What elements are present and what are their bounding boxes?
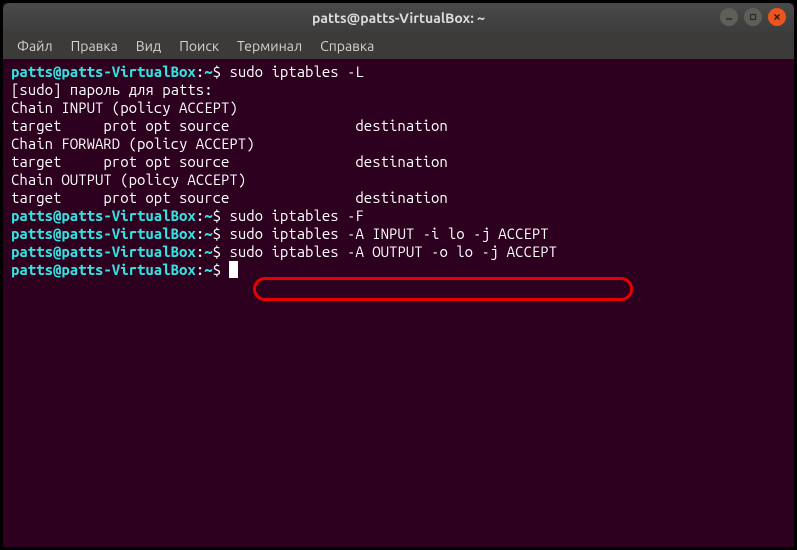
menu-edit[interactable]: Правка: [63, 36, 126, 56]
prompt-sep: :: [196, 63, 204, 80]
close-button[interactable]: [768, 8, 786, 26]
window-controls: [720, 8, 786, 26]
terminal-cmd-text: sudo iptables -L: [229, 63, 363, 80]
prompt-path: ~: [204, 63, 212, 80]
close-icon: [773, 13, 781, 21]
terminal-window: patts@patts-VirtualBox: ~ Файл Правка Ви…: [0, 0, 797, 550]
prompt-userhost: patts@patts-VirtualBox: [11, 243, 196, 260]
minimize-icon: [725, 13, 733, 21]
terminal-line: patts@patts-VirtualBox:~$: [11, 261, 786, 279]
prompt-path: ~: [204, 207, 212, 224]
terminal-line: patts@patts-VirtualBox:~$ sudo iptables …: [11, 63, 786, 81]
terminal-line: patts@patts-VirtualBox:~$ sudo iptables …: [11, 243, 786, 261]
menu-terminal[interactable]: Терминал: [229, 36, 310, 56]
terminal-line: Chain OUTPUT (policy ACCEPT): [11, 171, 786, 189]
window-titlebar[interactable]: patts@patts-VirtualBox: ~: [3, 3, 794, 33]
terminal-line: patts@patts-VirtualBox:~$ sudo iptables …: [11, 225, 786, 243]
prompt-path: ~: [204, 225, 212, 242]
prompt-sep: :: [196, 243, 204, 260]
cursor: [229, 261, 238, 278]
prompt-userhost: patts@patts-VirtualBox: [11, 261, 196, 278]
menu-search[interactable]: Поиск: [171, 36, 227, 56]
prompt-sym: $: [213, 207, 221, 224]
prompt-userhost: patts@patts-VirtualBox: [11, 63, 196, 80]
prompt-sym: $: [213, 63, 221, 80]
terminal-line: target prot opt source destination: [11, 189, 786, 207]
terminal-line: Chain FORWARD (policy ACCEPT): [11, 135, 786, 153]
terminal-line: patts@patts-VirtualBox:~$ sudo iptables …: [11, 207, 786, 225]
maximize-button[interactable]: [744, 8, 762, 26]
menubar: Файл Правка Вид Поиск Терминал Справка: [3, 33, 794, 59]
prompt-userhost: patts@patts-VirtualBox: [11, 225, 196, 242]
terminal-line: target prot opt source destination: [11, 153, 786, 171]
highlight-annotation: [253, 277, 633, 301]
menu-view[interactable]: Вид: [128, 36, 169, 56]
prompt-sym: $: [213, 225, 221, 242]
terminal-line: Chain INPUT (policy ACCEPT): [11, 99, 786, 117]
prompt-sep: :: [196, 261, 204, 278]
terminal-cmd-text: sudo iptables -A OUTPUT -o lo -j ACCEPT: [229, 243, 557, 260]
terminal-body[interactable]: patts@patts-VirtualBox:~$ sudo iptables …: [3, 59, 794, 287]
menu-help[interactable]: Справка: [312, 36, 382, 56]
maximize-icon: [749, 13, 757, 21]
menu-file[interactable]: Файл: [9, 36, 61, 56]
terminal-cmd-text: sudo iptables -A INPUT -i lo -j ACCEPT: [229, 225, 548, 242]
terminal-line: target prot opt source destination: [11, 117, 786, 135]
terminal-line: [sudo] пароль для patts:: [11, 81, 786, 99]
prompt-path: ~: [204, 243, 212, 260]
prompt-userhost: patts@patts-VirtualBox: [11, 207, 196, 224]
prompt-sep: :: [196, 225, 204, 242]
prompt-sep: :: [196, 207, 204, 224]
minimize-button[interactable]: [720, 8, 738, 26]
prompt-sym: $: [213, 243, 221, 260]
window-title: patts@patts-VirtualBox: ~: [312, 10, 485, 26]
prompt-sym: $: [213, 261, 221, 278]
prompt-path: ~: [204, 261, 212, 278]
terminal-cmd-text: sudo iptables -F: [229, 207, 363, 224]
